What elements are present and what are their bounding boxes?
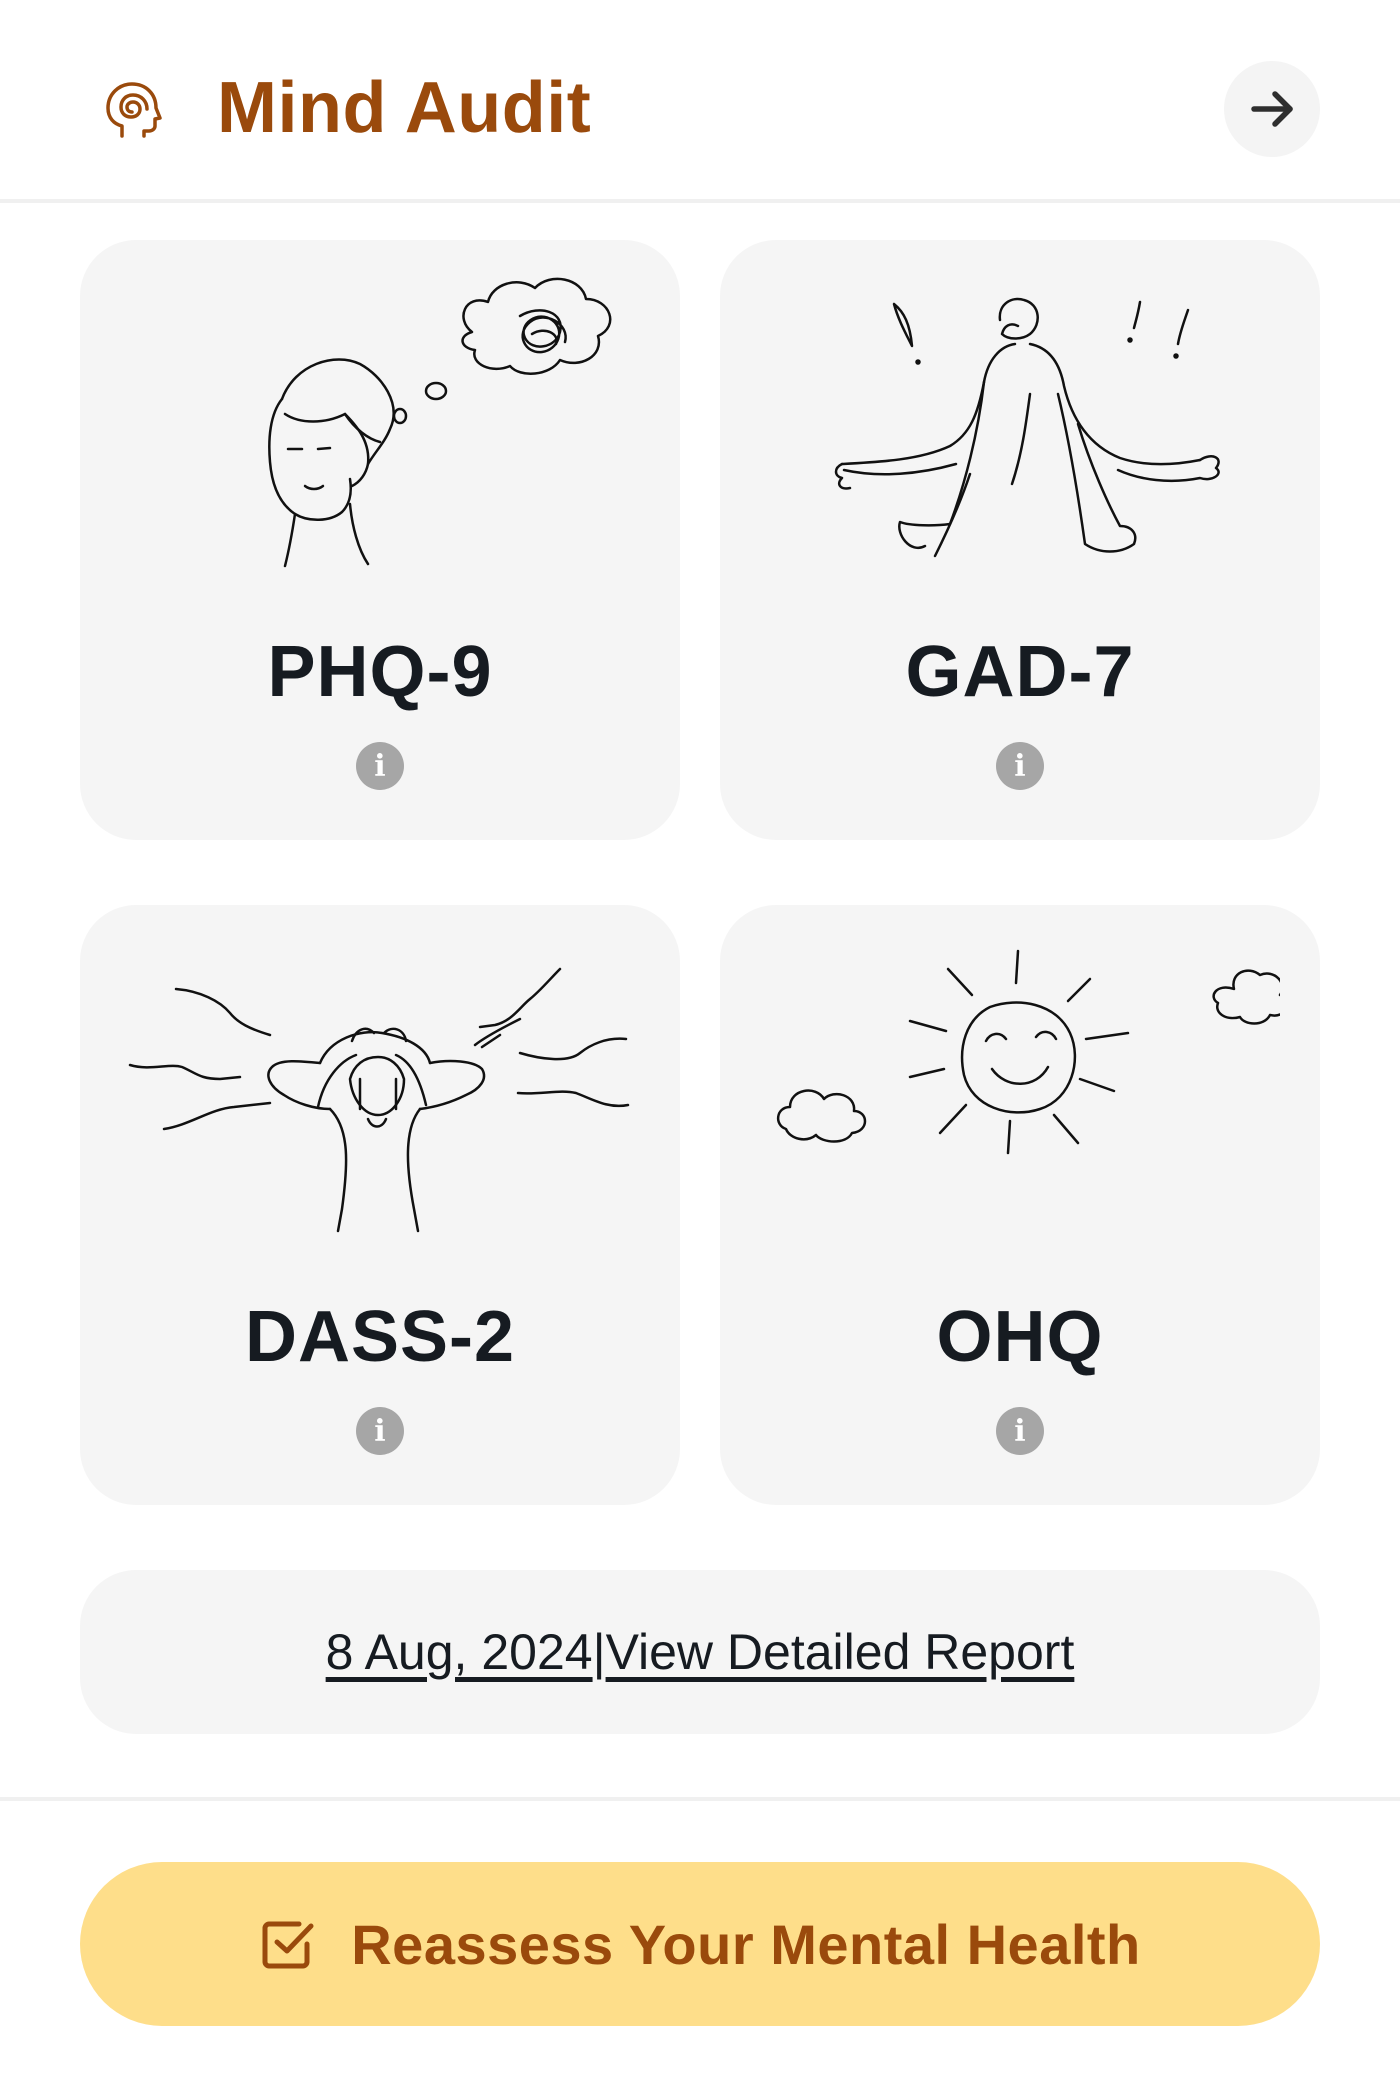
assessment-card-gad7[interactable]: GAD-7 i [720,240,1320,840]
report-separator: | [592,1624,606,1680]
reassess-label: Reassess Your Mental Health [351,1912,1141,1976]
assessment-title: OHQ [936,1297,1104,1377]
thinking-person-icon [268,277,612,568]
checkbox-icon [262,1921,314,1969]
anxious-person-icon [834,297,1220,558]
info-icon[interactable]: i [996,742,1044,790]
report-link-label: View Detailed Report [605,1624,1075,1680]
view-report-link[interactable]: 8 Aug, 2024 | View Detailed Report [80,1570,1320,1734]
reassess-button[interactable]: Reassess Your Mental Health [80,1862,1320,2026]
page-title: Mind Audit [217,68,592,148]
app-header: Mind Audit [0,0,1400,203]
assessment-card-dass2[interactable]: DASS-2 i [80,905,680,1505]
arrow-right-icon [1251,91,1293,127]
info-icon[interactable]: i [996,1407,1044,1455]
head-spiral-icon [106,82,162,138]
smiling-sun-icon [777,949,1280,1155]
info-icon[interactable]: i [356,1407,404,1455]
assessment-title: PHQ-9 [267,632,493,712]
assessment-title: GAD-7 [905,632,1135,712]
divider [0,1797,1400,1801]
assessment-title: DASS-2 [244,1297,516,1377]
stressed-person-icon [128,967,630,1233]
mind-audit-screen: Mind Audit PHQ-9 i GAD-7 i DASS-2 i OHQ … [0,0,1400,2084]
next-button[interactable] [1224,61,1320,157]
report-date: 8 Aug, 2024 [325,1624,593,1680]
assessment-card-phq9[interactable]: PHQ-9 i [80,240,680,840]
info-icon[interactable]: i [356,742,404,790]
assessment-card-ohq[interactable]: OHQ i [720,905,1320,1505]
